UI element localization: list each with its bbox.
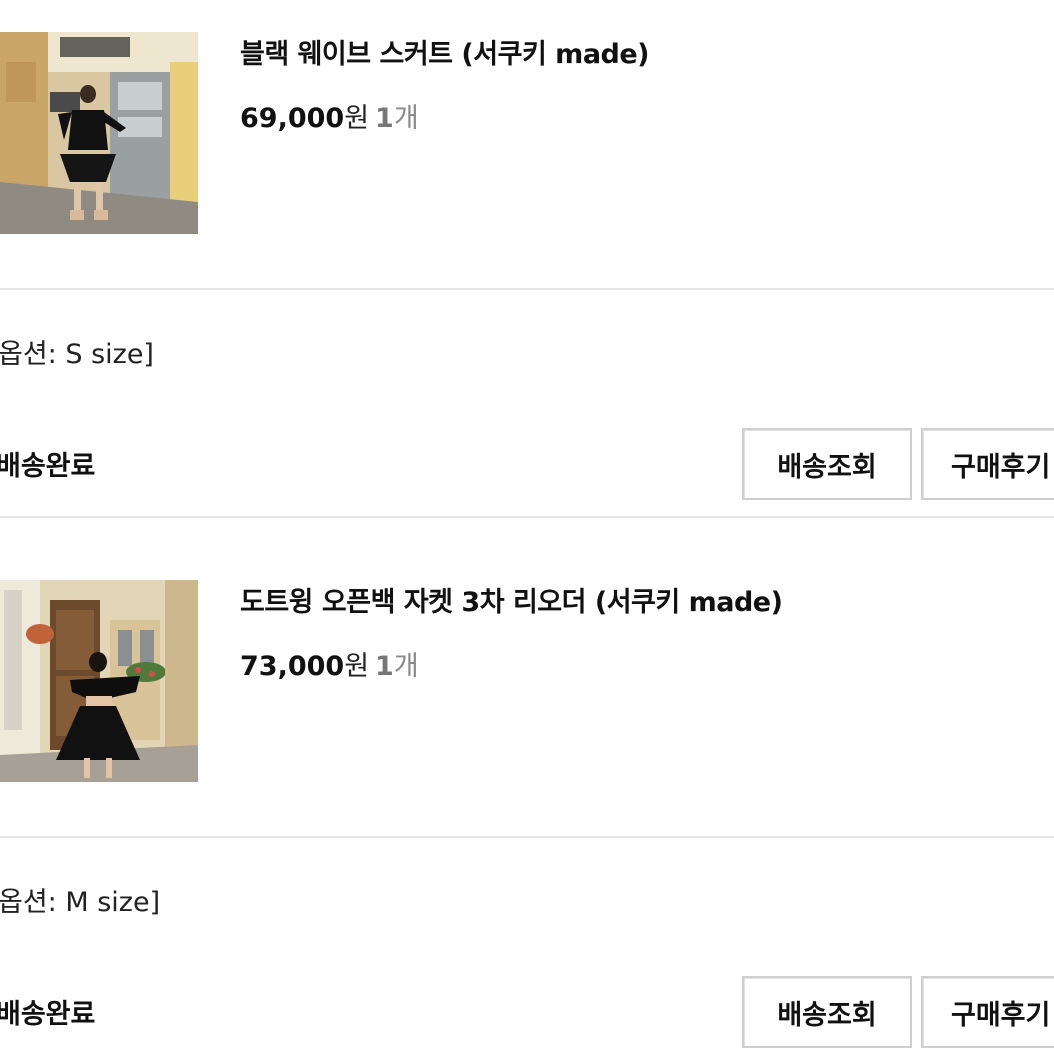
price-amount: 73,000 [240,651,345,682]
delivery-status: 배송완료 [0,999,96,1030]
order-item: 블랙 웨이브 스커트 (서쿠키 made) 69,000원 1개 옵션: S si… [0,0,1054,530]
product-thumbnail[interactable] [0,580,198,782]
product-name[interactable]: 도트윙 오픈백 자켓 3차 리오더 (서쿠키 made) [240,580,783,619]
product-thumbnail[interactable] [0,32,198,234]
divider [0,836,1054,838]
delivery-status: 배송완료 [0,451,96,482]
divider [0,288,1054,290]
product-photo-dot-jacket [0,580,198,782]
price-amount: 69,000 [240,103,345,134]
product-photo-black-skirt [0,32,198,234]
divider [0,516,1054,518]
track-delivery-button[interactable]: 배송조회 [742,428,912,500]
track-delivery-button[interactable]: 배송조회 [742,976,912,1048]
order-item: 도트윙 오픈백 자켓 3차 리오더 (서쿠키 made) 73,000원 1개 옵… [0,530,1054,1054]
write-review-button[interactable]: 구매후기 [921,976,1054,1048]
option-text: 옵션: S size] [0,339,154,370]
option-text: 옵션: M size] [0,887,161,918]
write-review-button[interactable]: 구매후기 [921,428,1054,500]
quantity-unit: 개 [393,651,419,682]
price-unit: 원 [344,103,370,134]
quantity-unit: 개 [393,103,419,134]
quantity-value: 1 [375,651,394,682]
price-unit: 원 [344,651,370,682]
quantity-value: 1 [375,103,394,134]
price-quantity: 73,000원 1개 [240,644,419,683]
order-history-page: 블랙 웨이브 스커트 (서쿠키 made) 69,000원 1개 옵션: S si… [0,0,1054,1054]
price-quantity: 69,000원 1개 [240,96,419,135]
product-name[interactable]: 블랙 웨이브 스커트 (서쿠키 made) [240,32,650,71]
